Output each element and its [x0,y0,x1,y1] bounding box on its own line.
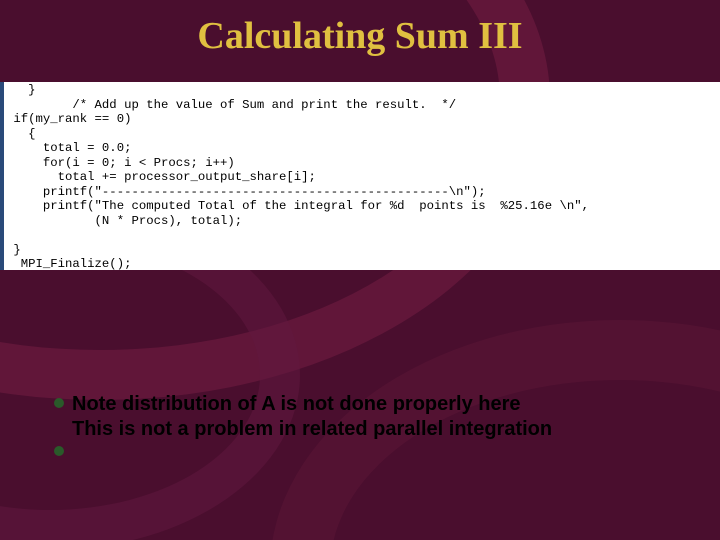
note-line: Note distribution of A is not done prope… [72,392,552,417]
code-block: } /* Add up the value of Sum and print t… [0,82,720,270]
bullet-icon [54,446,64,456]
bullet-icon [54,398,64,408]
note-line: This is not a problem in related paralle… [72,417,552,442]
slide-title: Calculating Sum III [0,14,720,58]
note-text: Note distribution of A is not done prope… [72,392,552,442]
